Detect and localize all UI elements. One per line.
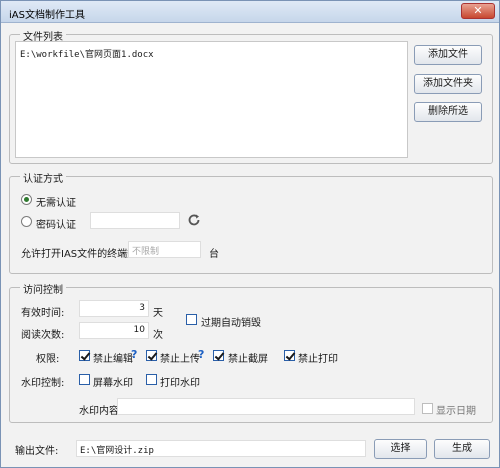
refresh-icon[interactable]: [187, 213, 201, 227]
auto-destroy-checkbox[interactable]: [186, 314, 197, 325]
add-folder-button[interactable]: 添加文件夹: [414, 74, 482, 94]
no-upload-checkbox[interactable]: [146, 350, 157, 361]
password-input[interactable]: [90, 212, 180, 229]
window-title: iAS文档制作工具: [9, 10, 85, 21]
reads-input[interactable]: 10: [79, 322, 149, 339]
terminals-input[interactable]: 不限制: [128, 241, 201, 258]
no-edit-label: 禁止编辑: [93, 354, 133, 365]
auto-destroy-label: 过期自动销毁: [201, 318, 261, 329]
validity-label: 有效时间:: [21, 308, 65, 319]
password-auth-label: 密码认证: [36, 220, 76, 231]
no-edit-checkbox[interactable]: [79, 350, 90, 361]
validity-input[interactable]: 3: [79, 300, 149, 317]
delete-selected-button[interactable]: 删除所选: [414, 102, 482, 122]
no-auth-label: 无需认证: [36, 198, 76, 209]
no-upload-help-icon[interactable]: ?: [198, 348, 204, 361]
no-screenshot-checkbox[interactable]: [213, 350, 224, 361]
no-upload-label: 禁止上传: [160, 354, 200, 365]
show-date-checkbox[interactable]: [422, 403, 433, 414]
print-watermark-label: 打印水印: [160, 378, 200, 389]
no-auth-radio[interactable]: [21, 194, 32, 205]
watermark-label: 水印控制:: [21, 378, 65, 389]
reads-label: 阅读次数:: [21, 330, 65, 341]
access-control-legend: 访问控制: [20, 281, 66, 296]
title-bar: iAS文档制作工具 ✕: [1, 1, 499, 23]
screen-watermark-label: 屏幕水印: [93, 378, 133, 389]
terminals-unit: 台: [209, 249, 219, 260]
no-screenshot-label: 禁止截屏: [228, 354, 268, 365]
output-path-input[interactable]: E:\官网设计.zip: [76, 440, 366, 457]
app-window: iAS文档制作工具 ✕ 文件列表 E:\workfile\官网页面1.docx …: [0, 0, 500, 468]
no-edit-help-icon[interactable]: ?: [131, 348, 137, 361]
validity-unit: 天: [153, 308, 163, 319]
output-label: 输出文件:: [15, 446, 59, 457]
no-print-checkbox[interactable]: [284, 350, 295, 361]
watermark-content-label: 水印内容: [79, 406, 119, 417]
file-list-box[interactable]: E:\workfile\官网页面1.docx: [15, 41, 408, 158]
password-auth-radio[interactable]: [21, 216, 32, 227]
show-date-label: 显示日期: [436, 406, 476, 417]
permissions-label: 权限:: [36, 354, 60, 365]
browse-button[interactable]: 选择: [374, 439, 427, 459]
add-file-button[interactable]: 添加文件: [414, 45, 482, 65]
reads-unit: 次: [153, 330, 163, 341]
no-print-label: 禁止打印: [298, 354, 338, 365]
print-watermark-checkbox[interactable]: [146, 374, 157, 385]
list-item[interactable]: E:\workfile\官网页面1.docx: [20, 47, 154, 60]
auth-legend: 认证方式: [20, 170, 66, 185]
watermark-content-input[interactable]: [117, 398, 415, 415]
close-button[interactable]: ✕: [461, 3, 495, 19]
generate-button[interactable]: 生成: [434, 439, 490, 459]
terminals-label: 允许打开IAS文件的终端数:: [21, 249, 141, 260]
screen-watermark-checkbox[interactable]: [79, 374, 90, 385]
